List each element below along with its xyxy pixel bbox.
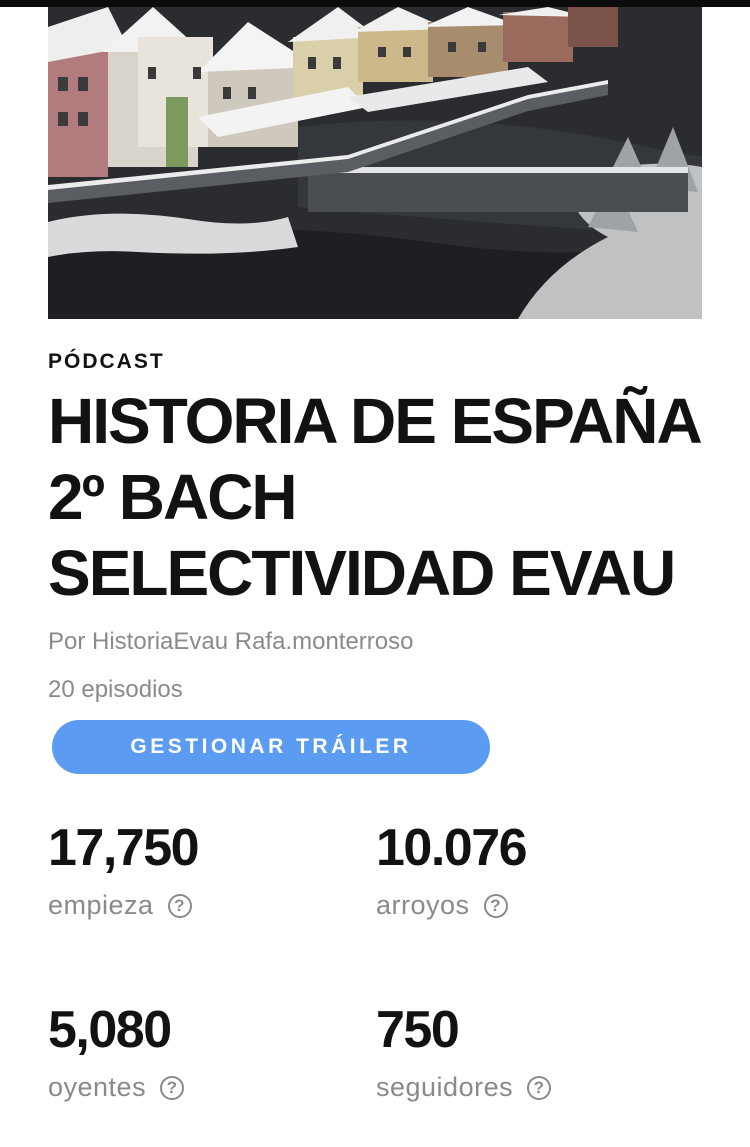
stat-value: 5,080 [48, 1001, 172, 1059]
stat-followers: 750 seguidores ? [376, 1000, 552, 1103]
stat-caption: empieza ? [48, 890, 198, 921]
podcast-author: Por HistoriaEvau Rafa.monterroso [48, 628, 414, 655]
stat-value: 750 [376, 1001, 460, 1059]
podcast-title: HISTORIA DE ESPAÑA 2º BACH SELECTIVIDAD … [48, 385, 700, 609]
stat-label: empieza [48, 890, 154, 920]
content-type-label: PÓDCAST [48, 350, 165, 373]
stat-value: 10.076 [376, 819, 528, 877]
stat-starts: 17,750 empieza ? [48, 818, 200, 921]
help-icon[interactable]: ? [167, 893, 192, 918]
stat-caption: arroyos ? [376, 890, 526, 921]
stat-label: seguidores [376, 1072, 514, 1102]
stat-caption: seguidores ? [376, 1072, 552, 1103]
stat-label: arroyos [376, 890, 470, 920]
status-bar-edge [0, 0, 750, 7]
manage-trailer-button[interactable]: GESTIONAR TRÁILER [52, 720, 490, 774]
podcast-cover-image [48, 7, 702, 319]
episode-count: 20 episodios [48, 676, 183, 703]
help-icon[interactable]: ? [483, 893, 508, 918]
stat-label: oyentes [48, 1072, 147, 1102]
stat-streams: 10.076 arroyos ? [376, 818, 528, 921]
help-icon[interactable]: ? [527, 1075, 552, 1100]
stat-listeners: 5,080 oyentes ? [48, 1000, 185, 1103]
stat-value: 17,750 [48, 819, 200, 877]
help-icon[interactable]: ? [160, 1075, 185, 1100]
stat-caption: oyentes ? [48, 1072, 185, 1103]
